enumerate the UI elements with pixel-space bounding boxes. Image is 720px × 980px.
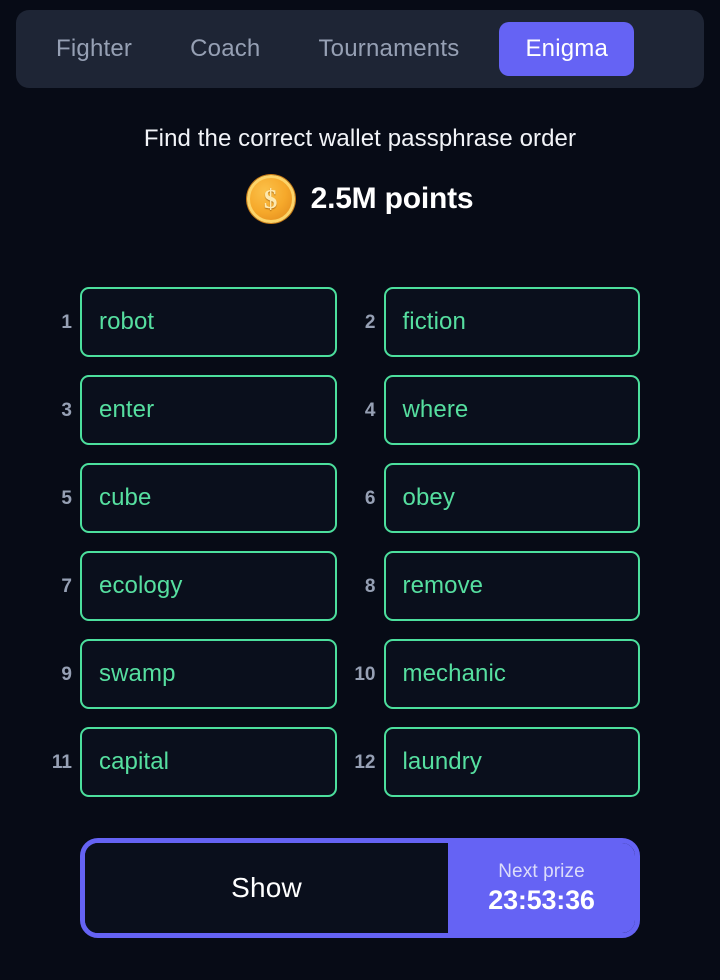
word-box-12[interactable]: laundry (383, 727, 640, 797)
word-cell-11: 11 capital (52, 727, 337, 797)
bottom-action-bar: Show Next prize 23:53:36 (80, 838, 640, 938)
word-box-6[interactable]: obey (383, 463, 640, 533)
word-cell-8: 8 remove (365, 551, 640, 621)
word-text-10: mechanic (402, 660, 507, 687)
word-index-2: 2 (364, 311, 376, 333)
show-button-label: Show (231, 872, 302, 903)
word-box-2[interactable]: fiction (383, 287, 640, 357)
word-text-8: remove (402, 572, 484, 599)
word-cell-1: 1 robot (61, 287, 337, 357)
word-index-3: 3 (61, 399, 72, 421)
word-cell-6: 6 obey (365, 463, 640, 533)
word-box-3[interactable]: enter (80, 375, 337, 445)
word-box-4[interactable]: where (383, 375, 640, 445)
word-index-1: 1 (61, 311, 72, 333)
word-index-6: 6 (364, 487, 376, 509)
word-box-1[interactable]: robot (80, 287, 337, 357)
word-box-7[interactable]: ecology (80, 551, 337, 621)
top-tab-bar: Fighter Coach Tournaments Enigma (16, 10, 704, 88)
word-index-7: 7 (61, 575, 72, 597)
word-cell-12: 12 laundry (354, 727, 640, 797)
word-text-11: capital (99, 748, 170, 775)
word-cell-3: 3 enter (61, 375, 337, 445)
word-box-9[interactable]: swamp (80, 639, 337, 709)
word-box-8[interactable]: remove (383, 551, 640, 621)
word-index-8: 8 (364, 575, 376, 597)
word-box-10[interactable]: mechanic (383, 639, 640, 709)
next-prize-panel: Next prize 23:53:36 (448, 843, 635, 933)
gold-coin-dollar-icon: $ (246, 175, 295, 223)
word-text-3: enter (99, 396, 155, 423)
word-text-7: ecology (99, 572, 183, 599)
word-text-6: obey (402, 484, 455, 511)
word-text-12: laundry (402, 748, 482, 775)
word-index-9: 9 (61, 663, 72, 685)
word-cell-7: 7 ecology (61, 551, 337, 621)
word-cell-9: 9 swamp (61, 639, 337, 709)
tab-fighter[interactable]: Fighter (38, 23, 150, 75)
word-index-12: 12 (354, 751, 376, 773)
tab-coach[interactable]: Coach (172, 23, 278, 75)
word-index-4: 4 (364, 399, 376, 421)
word-cell-2: 2 fiction (365, 287, 640, 357)
word-text-4: where (402, 396, 469, 423)
word-cell-5: 5 cube (61, 463, 337, 533)
passphrase-word-grid: 1 robot 2 fiction 3 enter 4 where 5 cube… (0, 287, 720, 797)
puzzle-prompt: Find the correct wallet passphrase order (143, 125, 577, 152)
reward-amount: 2.5M points (310, 182, 474, 215)
next-prize-timer: 23:53:36 (488, 884, 595, 915)
word-text-9: swamp (99, 660, 176, 687)
word-text-1: robot (99, 308, 155, 335)
reward-row: $ 2.5M points (0, 175, 720, 223)
word-box-5[interactable]: cube (80, 463, 337, 533)
tab-tournaments[interactable]: Tournaments (300, 23, 477, 75)
word-text-2: fiction (402, 308, 466, 335)
word-cell-10: 10 mechanic (354, 639, 640, 709)
word-index-5: 5 (61, 487, 72, 509)
next-prize-label: Next prize (498, 860, 585, 882)
word-cell-4: 4 where (365, 375, 640, 445)
coin-dollar-glyph: $ (263, 183, 278, 214)
show-button[interactable]: Show (85, 843, 448, 933)
tab-enigma[interactable]: Enigma (499, 22, 635, 76)
word-index-10: 10 (354, 663, 376, 685)
word-text-5: cube (99, 484, 152, 511)
word-index-11: 11 (51, 751, 72, 773)
word-box-11[interactable]: capital (80, 727, 337, 797)
